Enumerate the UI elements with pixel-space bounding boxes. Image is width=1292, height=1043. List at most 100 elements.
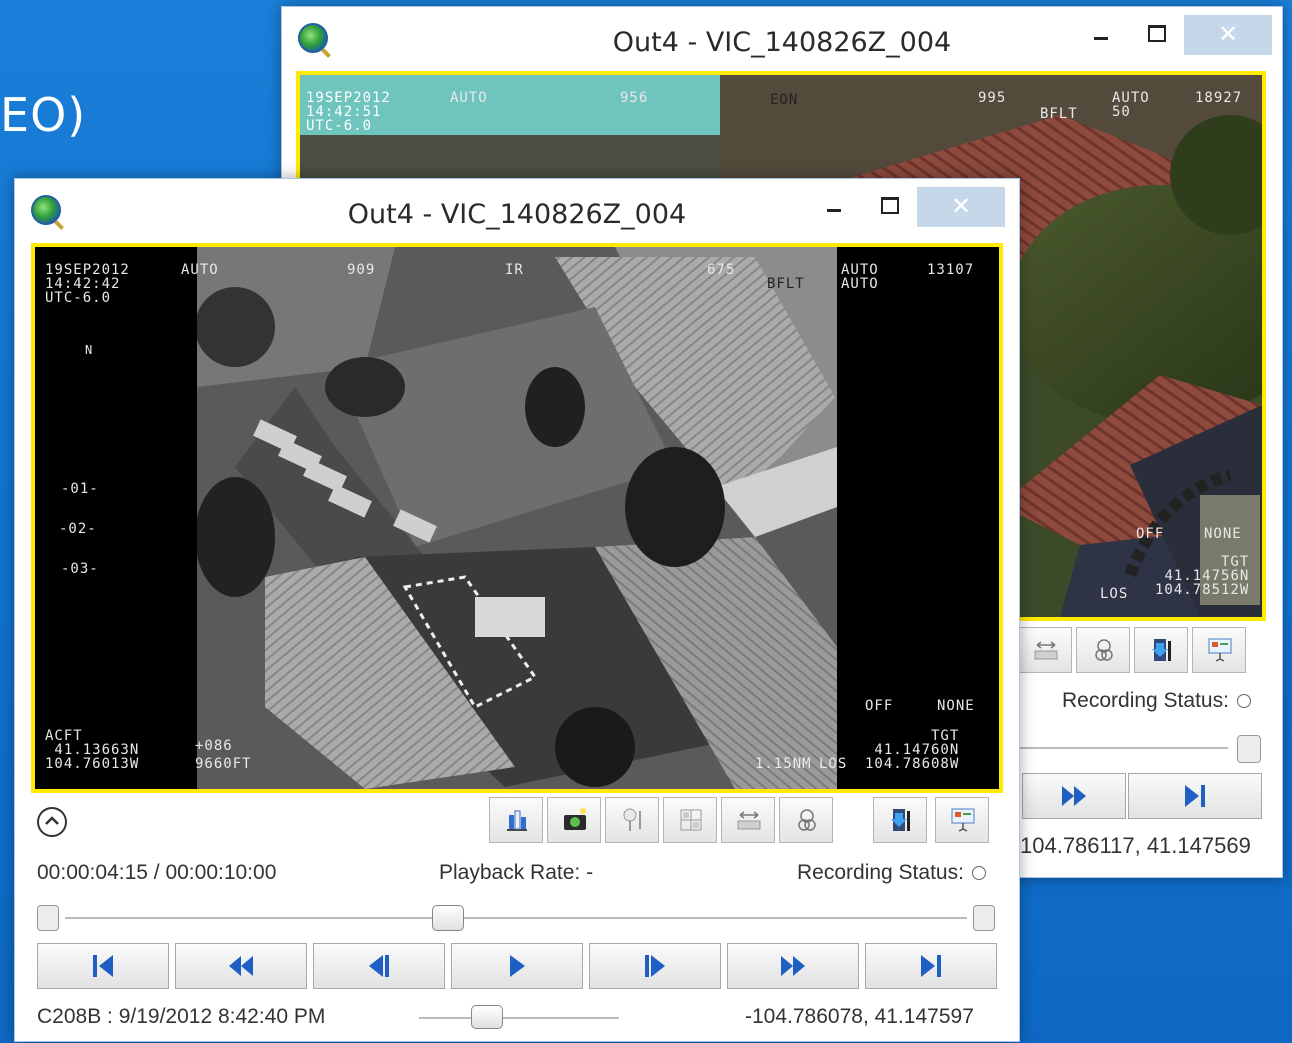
skip-start-icon — [93, 955, 113, 977]
skip-end-icon — [1185, 785, 1205, 807]
front-hud-aircraft-position: ACFT 41.13663N 104.76013W — [45, 728, 140, 772]
back-playback-slider[interactable] — [1018, 747, 1228, 749]
recording-status: Recording Status: — [797, 861, 986, 885]
back-hud-target: TGT 41.14756N 104.78512W — [1155, 554, 1250, 598]
back-recording-indicator — [1236, 694, 1251, 709]
front-hud-los: LOS — [819, 756, 848, 772]
grid-icon — [680, 809, 702, 831]
fast-forward-button[interactable] — [727, 943, 859, 989]
back-hud-datetime: 19SEP2012 14:42:51 UTC-6.0 — [306, 90, 391, 134]
collapse-panel-button[interactable] — [37, 807, 67, 837]
chart-icon — [507, 810, 527, 831]
time-display: 00:00:04:15 / 00:00:10:00 — [37, 861, 277, 884]
timeline-start-button[interactable] — [37, 905, 59, 931]
front-minimize-button[interactable] — [811, 187, 857, 227]
front-hud-north-indicator: N — [85, 343, 94, 357]
skip-end-button[interactable] — [865, 943, 997, 989]
back-hud-los: LOS — [1100, 586, 1129, 602]
front-maximize-button[interactable] — [865, 187, 911, 227]
timeline-track[interactable] — [65, 917, 967, 919]
rewind-icon — [229, 956, 253, 976]
zoom-slider-track[interactable] — [419, 1017, 619, 1019]
front-hud-mid-2: 9660FT — [195, 756, 252, 772]
front-hud-scale-1: -01- — [61, 481, 99, 497]
front-hud-675: 675 — [707, 262, 736, 278]
back-coordinates: 104.786117, 41.147569 — [1020, 833, 1251, 858]
front-hud-auto-right: AUTO AUTO — [841, 262, 879, 292]
back-hud-995: 995 — [978, 90, 1007, 106]
skip-end-icon — [921, 955, 941, 977]
toolbar-ruler-button[interactable] — [721, 797, 775, 843]
back-close-button[interactable]: ✕ — [1184, 15, 1272, 55]
front-hud-mid-1: +086 — [195, 738, 233, 754]
footer-coordinates: -104.786078, 41.147597 — [745, 1005, 974, 1028]
front-hud-altitude: 13107 — [927, 262, 975, 278]
ruler-icon — [737, 811, 761, 830]
front-hud-ir: IR — [505, 262, 524, 278]
step-back-button[interactable] — [313, 943, 445, 989]
front-hud-off: OFF — [865, 698, 894, 714]
front-hud-target-position: TGT 41.14760N 104.78608W — [865, 728, 960, 772]
play-icon — [510, 955, 525, 977]
back-hud-none: NONE — [1204, 526, 1242, 542]
rewind-button[interactable] — [175, 943, 307, 989]
download-icon — [891, 809, 910, 831]
link-icon — [798, 809, 816, 831]
toolbar-link-button[interactable] — [779, 797, 833, 843]
front-window-titlebar[interactable]: Out4 - VIC_140826Z_004 ✕ — [15, 179, 1019, 243]
presentation-icon — [951, 808, 975, 832]
toolbar-camera-button[interactable] — [547, 797, 601, 843]
toolbar-presentation-button[interactable] — [935, 797, 989, 843]
back-fast-forward-button[interactable] — [1022, 773, 1126, 819]
front-close-button[interactable]: ✕ — [917, 187, 1005, 227]
camera-icon — [564, 808, 586, 830]
footer-aircraft-time: C208B : 9/19/2012 8:42:40 PM — [37, 1005, 326, 1028]
skip-start-button[interactable] — [37, 943, 169, 989]
back-volume-end-button[interactable] — [1237, 735, 1261, 763]
link-icon — [1095, 639, 1113, 661]
front-video-frame[interactable]: 19SEP2012 14:42:42 UTC-6.0 AUTO 909 IR 6… — [31, 243, 1003, 793]
fast-forward-icon — [781, 956, 805, 976]
back-hud-off: OFF — [1136, 526, 1165, 542]
back-link-button[interactable] — [1076, 627, 1130, 673]
ruler-icon — [1034, 641, 1058, 660]
presentation-icon — [1208, 638, 1232, 662]
front-hud-auto: AUTO — [181, 262, 219, 278]
back-skip-end-button[interactable] — [1128, 773, 1262, 819]
toolbar-grid-button[interactable] — [663, 797, 717, 843]
step-forward-icon — [645, 955, 665, 977]
back-hud-altitude: 18927 — [1195, 90, 1243, 106]
back-maximize-button[interactable] — [1132, 15, 1178, 55]
background-title-fragment: EO) — [0, 88, 87, 142]
back-hud-auto-right: AUTO 50 — [1112, 90, 1150, 120]
front-hud-scale-2: -02- — [59, 521, 97, 537]
step-forward-button[interactable] — [589, 943, 721, 989]
back-hud-bflt: BFLT — [1040, 106, 1078, 122]
back-recording-status: Recording Status: — [1062, 689, 1251, 713]
toolbar-chart-button[interactable] — [489, 797, 543, 843]
play-button[interactable] — [451, 943, 583, 989]
front-hud-range: 1.15NM — [755, 756, 812, 772]
back-window-titlebar[interactable]: Out4 - VIC_140826Z_004 ✕ — [282, 7, 1282, 71]
front-video-scene — [35, 247, 999, 789]
front-hud-909: 909 — [347, 262, 376, 278]
zoom-slider-thumb[interactable] — [471, 1005, 503, 1029]
download-icon — [1152, 639, 1171, 661]
playback-rate: Playback Rate: - — [439, 861, 594, 884]
chevron-up-icon — [45, 816, 59, 825]
front-hud-scale-3: -03- — [61, 561, 99, 577]
toolbar-marker-button[interactable] — [605, 797, 659, 843]
back-hud-eon: EON — [770, 92, 799, 108]
back-minimize-button[interactable] — [1078, 15, 1124, 55]
back-ruler-button[interactable] — [1018, 627, 1072, 673]
front-hud-bflt: BFLT — [767, 276, 805, 292]
toolbar-download-button[interactable] — [873, 797, 927, 843]
front-hud-datetime: 19SEP2012 14:42:42 UTC-6.0 — [45, 262, 130, 306]
timeline-seek-thumb[interactable] — [432, 905, 465, 931]
timeline-end-button[interactable] — [973, 905, 995, 931]
back-hud-auto: AUTO — [450, 90, 488, 106]
back-presentation-button[interactable] — [1192, 627, 1246, 673]
step-back-icon — [369, 955, 389, 977]
fast-forward-icon — [1062, 786, 1086, 806]
back-download-button[interactable] — [1134, 627, 1188, 673]
